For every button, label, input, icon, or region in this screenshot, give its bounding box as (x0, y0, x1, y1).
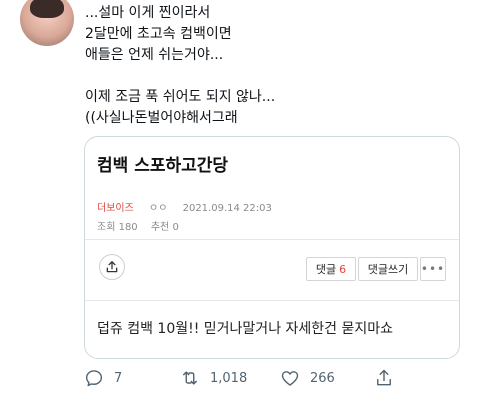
comments-count: 6 (339, 262, 347, 276)
card-share-button[interactable] (99, 254, 125, 280)
more-button[interactable]: ••• (420, 257, 446, 281)
comments-button[interactable]: 댓글 6 (306, 257, 356, 281)
divider (85, 239, 459, 240)
heart-icon (281, 371, 299, 386)
like-button[interactable]: 266 (280, 368, 335, 388)
reply-button[interactable]: 7 (84, 368, 122, 388)
post-recommend: 추천 0 (150, 222, 179, 233)
post-stats: 조회 180 추천 0 (97, 218, 179, 233)
post-body: 덥쥬 컴백 10월!! 믿거나말거나 자세한건 묻지마쇼 (97, 321, 394, 337)
tweet-line: 이제 조금 푹 쉬어도 되지 않나... (85, 89, 276, 105)
share-icon (106, 261, 118, 273)
tweet-actions: 7 1,018 266 (84, 368, 404, 392)
post-writer: ㅇㅇ (149, 203, 168, 214)
share-icon (377, 369, 391, 386)
retweet-button[interactable]: 1,018 (180, 368, 247, 388)
embedded-post-card[interactable]: 컴백 스포하고간당 더보이즈 ㅇㅇ 2021.09.14 22:03 조회 18… (84, 136, 460, 359)
tweet-line: 2달만에 초고속 컴백이면 (85, 26, 232, 42)
write-comment-button[interactable]: 댓글쓰기 (358, 257, 418, 281)
tweet-line: ((사실나돈벌어야해서그래 (85, 110, 238, 126)
avatar[interactable] (20, 0, 74, 46)
post-datetime: 2021.09.14 22:03 (182, 203, 272, 214)
share-button[interactable] (374, 368, 394, 388)
retweet-icon (183, 371, 197, 385)
comments-label: 댓글 (315, 263, 337, 276)
divider (85, 300, 459, 301)
tweet-line: ...설마 이게 찐이라서 (85, 5, 211, 21)
reply-icon (85, 370, 103, 387)
post-meta: 더보이즈 ㅇㅇ 2021.09.14 22:03 (97, 199, 272, 214)
post-author[interactable]: 더보이즈 (97, 203, 134, 214)
like-count: 266 (310, 370, 335, 386)
post-views: 조회 180 (97, 222, 138, 233)
tweet-line: 애들은 언제 쉬는거야... (85, 47, 224, 63)
tweet-text: ...설마 이게 찐이라서 2달만에 초고속 컴백이면 애들은 언제 쉬는거야.… (85, 3, 275, 129)
reply-count: 7 (114, 370, 123, 386)
retweet-count: 1,018 (210, 370, 248, 386)
post-title: 컴백 스포하고간당 (97, 156, 229, 176)
